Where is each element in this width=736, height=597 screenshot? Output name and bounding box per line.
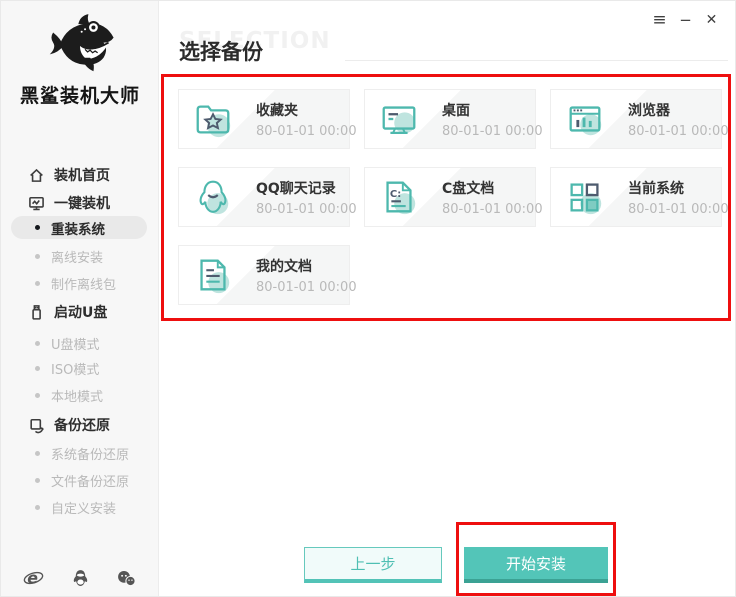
- card-title: 收藏夹: [256, 102, 298, 119]
- bullet-icon: [35, 366, 40, 371]
- sidebar-item-one-key-install[interactable]: 一键装机: [28, 191, 110, 215]
- qq-chat-icon: [199, 180, 229, 215]
- bullet-icon: [35, 225, 40, 230]
- sidebar-item-label: 重装系统: [51, 221, 105, 238]
- sidebar-item-label: ISO模式: [51, 363, 100, 378]
- svg-text:C:: C:: [390, 189, 401, 200]
- card-date: 80-01-01 00:00: [256, 123, 357, 139]
- sidebar-item-usb-mode[interactable]: U盘模式: [11, 332, 147, 355]
- current-system-icon: [570, 183, 602, 215]
- usb-drive-icon: [32, 304, 41, 320]
- sidebar-item-label: 自定义安装: [51, 502, 117, 517]
- card-title: 我的文档: [256, 258, 312, 275]
- sidebar-item-label: 制作离线包: [51, 278, 117, 293]
- c-drive-doc-icon: C:: [386, 181, 416, 215]
- ie-browser-icon[interactable]: e: [23, 568, 44, 589]
- sidebar-item-label: 启动U盘: [54, 305, 108, 321]
- app-title: 黑鲨装机大师: [19, 85, 140, 107]
- backup-card-my-documents[interactable]: 我的文档 80-01-01 00:00: [178, 245, 357, 305]
- card-date: 80-01-01 00:00: [256, 201, 357, 217]
- sidebar-item-iso-mode[interactable]: ISO模式: [11, 357, 147, 380]
- card-date: 80-01-01 00:00: [628, 201, 729, 217]
- card-date: 80-01-01 00:00: [256, 279, 357, 295]
- bullet-icon: [35, 281, 40, 286]
- card-title: QQ聊天记录: [256, 180, 336, 197]
- card-title: 浏览器: [628, 102, 670, 119]
- bullet-icon: [35, 478, 40, 483]
- sidebar-item-label: 离线安装: [51, 251, 104, 266]
- backup-restore-icon: [30, 418, 44, 433]
- backup-card-current-system[interactable]: 当前系统 80-01-01 00:00: [550, 167, 729, 227]
- backup-card-qq-chat[interactable]: QQ聊天记录 80-01-01 00:00: [178, 167, 357, 227]
- sidebar-item-label: 系统备份还原: [51, 448, 130, 463]
- sidebar-item-label: 文件备份还原: [51, 475, 130, 490]
- favorites-folder-icon: [196, 105, 231, 138]
- one-key-install-icon: [29, 196, 44, 210]
- sidebar-item-local-mode[interactable]: 本地模式: [11, 384, 147, 407]
- sidebar-footer: e: [1, 568, 159, 589]
- sidebar-item-custom-install[interactable]: 自定义安装: [11, 496, 147, 519]
- app-logo: 黑鲨装机大师: [1, 9, 159, 106]
- start-install-button[interactable]: 开始安装: [464, 547, 608, 583]
- sidebar-item-offline-install[interactable]: 离线安装: [11, 245, 147, 268]
- bullet-icon: [35, 341, 40, 346]
- sidebar-item-system-backup-restore[interactable]: 系统备份还原: [11, 442, 147, 465]
- shark-logo-icon: [49, 14, 114, 72]
- sidebar-item-make-offline-pack[interactable]: 制作离线包: [11, 272, 147, 295]
- home-icon: [30, 168, 43, 182]
- page-title: 选择备份: [179, 40, 263, 64]
- backup-card-c-drive-docs[interactable]: C: C盘文档 80-01-01 00:00: [364, 167, 543, 227]
- svg-text:e: e: [27, 569, 38, 588]
- backup-card-favorites[interactable]: 收藏夹 80-01-01 00:00: [178, 89, 357, 149]
- bullet-icon: [35, 505, 40, 510]
- sidebar-item-install-home[interactable]: 装机首页: [28, 163, 110, 187]
- backup-card-desktop[interactable]: 桌面 80-01-01 00:00: [364, 89, 543, 149]
- sidebar-item-boot-usb[interactable]: 启动U盘: [28, 300, 107, 324]
- previous-step-button[interactable]: 上一步: [304, 547, 442, 583]
- sidebar-item-reinstall-system[interactable]: 重装系统: [11, 216, 147, 239]
- bullet-icon: [35, 451, 40, 456]
- sidebar: 黑鲨装机大师 装机首页 一键装机 重装系统 离线安装 制作离线包 启动U盘 U盘…: [1, 1, 159, 596]
- sidebar-item-label: 一键装机: [54, 196, 110, 212]
- card-title: 桌面: [442, 102, 470, 119]
- sidebar-item-label: 备份还原: [54, 418, 110, 434]
- qq-icon[interactable]: [70, 568, 91, 589]
- card-date: 80-01-01 00:00: [442, 123, 543, 139]
- browser-icon: [569, 106, 602, 136]
- card-title: 当前系统: [628, 180, 684, 197]
- card-title: C盘文档: [442, 180, 495, 197]
- close-icon[interactable]: ✕: [702, 9, 721, 31]
- card-date: 80-01-01 00:00: [442, 201, 543, 217]
- bullet-icon: [35, 254, 40, 259]
- minimize-icon[interactable]: −: [676, 9, 695, 31]
- sidebar-item-backup-restore[interactable]: 备份还原: [28, 413, 110, 437]
- sidebar-item-label: 装机首页: [54, 168, 110, 184]
- app-window: 黑鲨装机大师 装机首页 一键装机 重装系统 离线安装 制作离线包 启动U盘 U盘…: [0, 0, 736, 597]
- backup-card-browser[interactable]: 浏览器 80-01-01 00:00: [550, 89, 729, 149]
- window-controls: ≡ − ✕: [650, 9, 721, 31]
- my-documents-icon: [200, 259, 230, 294]
- bullet-icon: [35, 393, 40, 398]
- sidebar-item-label: U盘模式: [51, 338, 100, 353]
- title-divider: [345, 60, 728, 61]
- desktop-icon: [382, 106, 416, 134]
- card-date: 80-01-01 00:00: [628, 123, 729, 139]
- window-menu-icon[interactable]: ≡: [650, 9, 669, 31]
- sidebar-item-file-backup-restore[interactable]: 文件备份还原: [11, 469, 147, 492]
- wechat-icon[interactable]: [116, 568, 137, 589]
- sidebar-item-label: 本地模式: [51, 390, 104, 405]
